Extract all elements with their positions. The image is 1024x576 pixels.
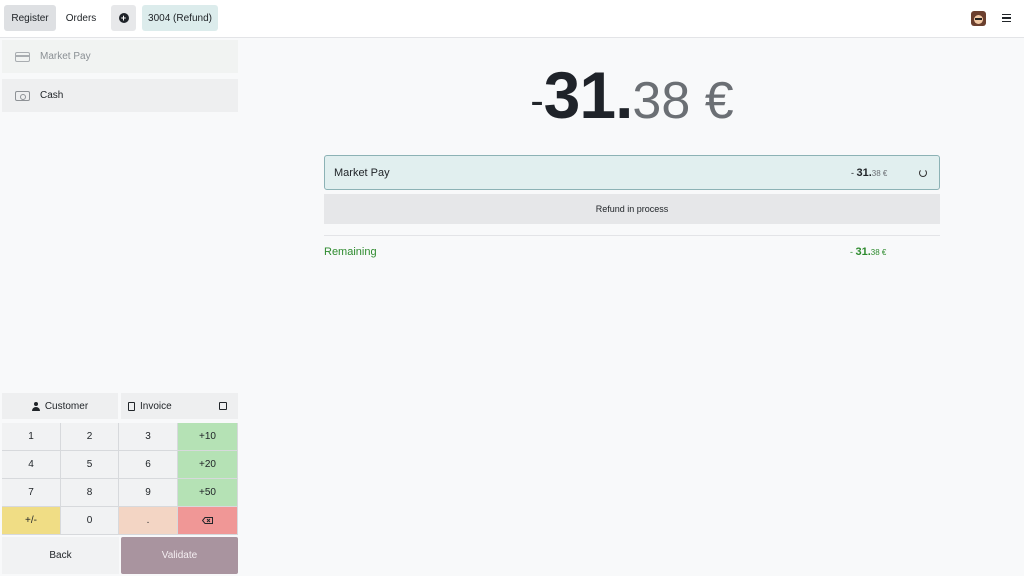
invoice-checkbox[interactable] bbox=[219, 402, 227, 410]
key-plus-20[interactable]: +20 bbox=[178, 451, 238, 479]
total-sign: - bbox=[530, 79, 544, 123]
invoice-button[interactable]: Invoice bbox=[121, 393, 238, 419]
invoice-label: Invoice bbox=[140, 400, 172, 412]
key-plus-minus[interactable]: +/- bbox=[2, 507, 61, 535]
key-8[interactable]: 8 bbox=[61, 479, 119, 507]
key-0[interactable]: 0 bbox=[61, 507, 119, 535]
add-order-button[interactable]: + bbox=[111, 5, 136, 31]
orders-tab[interactable]: Orders bbox=[58, 5, 104, 31]
key-4[interactable]: 4 bbox=[2, 451, 61, 479]
divider bbox=[324, 235, 940, 236]
key-7[interactable]: 7 bbox=[2, 479, 61, 507]
current-order-tab[interactable]: 3004 (Refund) bbox=[142, 5, 218, 31]
backspace-icon bbox=[202, 517, 213, 524]
customer-label: Customer bbox=[44, 400, 89, 412]
key-6[interactable]: 6 bbox=[119, 451, 178, 479]
total-decimal: 38 € bbox=[632, 72, 734, 130]
user-avatar[interactable] bbox=[971, 11, 986, 26]
person-icon bbox=[31, 401, 40, 411]
key-1[interactable]: 1 bbox=[2, 423, 61, 451]
payment-line-amount: - 31.38 € bbox=[851, 167, 888, 179]
key-9[interactable]: 9 bbox=[119, 479, 178, 507]
validate-button[interactable]: Validate bbox=[121, 537, 238, 574]
remaining-label: Remaining bbox=[324, 246, 377, 258]
register-tab[interactable]: Register bbox=[4, 5, 56, 31]
total-amount: -31.38 € bbox=[0, 57, 1024, 133]
key-2[interactable]: 2 bbox=[61, 423, 119, 451]
refund-status-bar: Refund in process bbox=[324, 194, 940, 224]
key-plus-50[interactable]: +50 bbox=[178, 479, 238, 507]
remaining-amount: - 31.38 € bbox=[850, 246, 887, 258]
hamburger-menu-icon[interactable] bbox=[1002, 14, 1011, 22]
payment-line-name: Market Pay bbox=[334, 166, 390, 179]
back-button[interactable]: Back bbox=[2, 537, 119, 574]
numpad: 1 2 3 +10 4 5 6 +20 7 8 9 +50 +/- 0 . bbox=[2, 423, 238, 535]
loading-spinner-icon bbox=[919, 169, 927, 177]
top-bar: Register Orders + 3004 (Refund) bbox=[0, 0, 1024, 38]
key-3[interactable]: 3 bbox=[119, 423, 178, 451]
key-plus-10[interactable]: +10 bbox=[178, 423, 238, 451]
payment-line[interactable]: Market Pay - 31.38 € bbox=[324, 155, 940, 190]
key-5[interactable]: 5 bbox=[61, 451, 119, 479]
document-icon bbox=[128, 401, 135, 411]
total-integer: 31. bbox=[543, 58, 634, 132]
customer-button[interactable]: Customer bbox=[2, 393, 118, 419]
key-decimal[interactable]: . bbox=[119, 507, 178, 535]
backspace-button[interactable] bbox=[178, 507, 238, 535]
plus-circle-icon: + bbox=[118, 13, 129, 23]
